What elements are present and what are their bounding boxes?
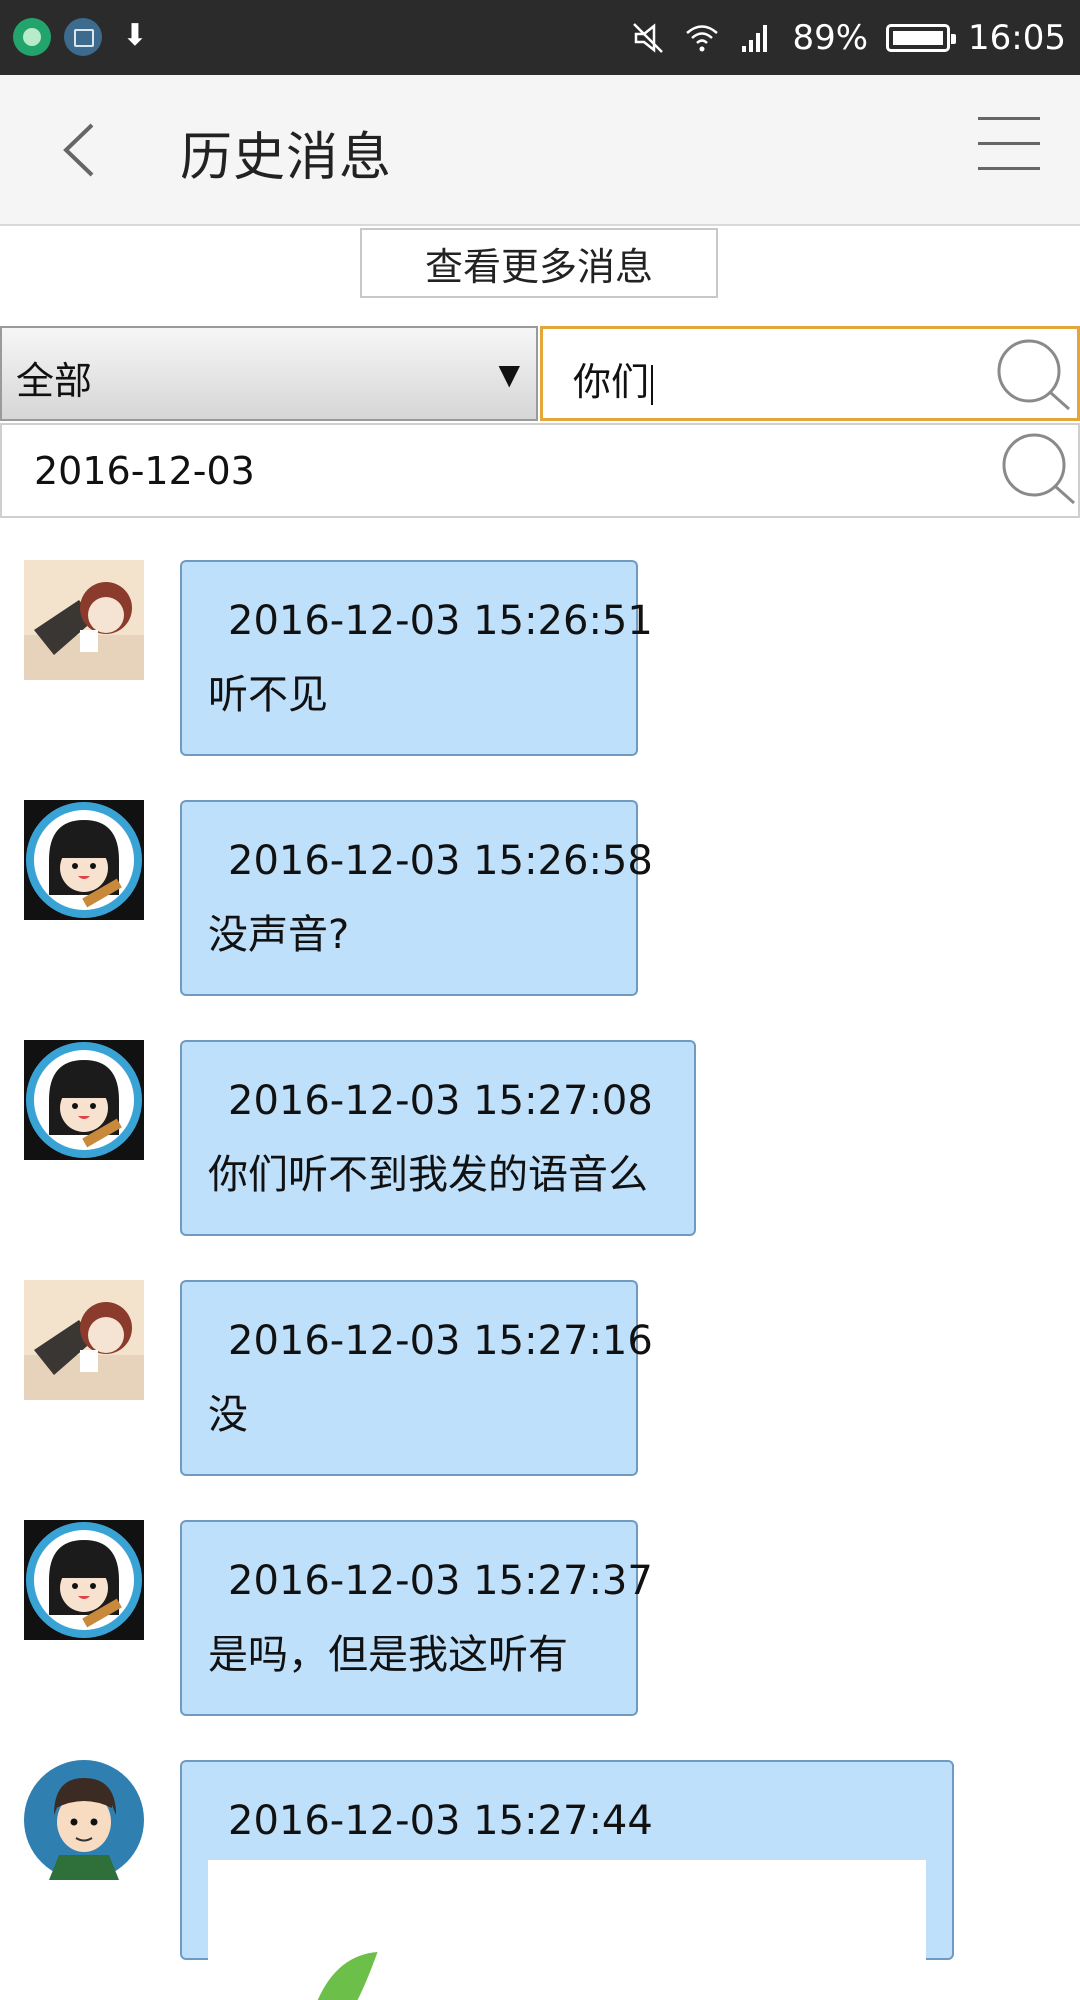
avatar[interactable] bbox=[24, 560, 144, 680]
message-text: 是吗，但是我这听有 bbox=[208, 1632, 568, 1678]
menu-line bbox=[978, 142, 1040, 145]
message-time: 2016-12-03 15:27:16 bbox=[228, 1318, 653, 1364]
signal-icon bbox=[742, 24, 768, 52]
message-time: 2016-12-03 15:27:37 bbox=[228, 1558, 653, 1604]
dropdown-arrow-icon: ▼ bbox=[498, 358, 520, 391]
category-select-value: 全部 bbox=[16, 359, 93, 403]
status-bar: ⬇ 89% 16:05 bbox=[0, 0, 1080, 75]
message-time: 2016-12-03 15:27:44 bbox=[228, 1798, 653, 1844]
avatar[interactable] bbox=[24, 1520, 144, 1640]
keyword-search-value: 你们 bbox=[573, 360, 650, 404]
gallery-notification-icon bbox=[64, 18, 102, 56]
message-time: 2016-12-03 15:26:58 bbox=[228, 838, 653, 884]
avatar[interactable] bbox=[24, 1040, 144, 1160]
avatar[interactable] bbox=[24, 1280, 144, 1400]
load-more-button[interactable]: 查看更多消息 bbox=[360, 228, 718, 298]
date-search-icon[interactable] bbox=[998, 429, 1078, 509]
message-bubble[interactable]: 2016-12-03 15:27:08 你们听不到我发的语音么 bbox=[180, 1040, 696, 1236]
battery-icon bbox=[886, 23, 957, 52]
message-bubble[interactable]: 2016-12-03 15:27:37 是吗，但是我这听有 bbox=[180, 1520, 653, 1716]
avatar[interactable] bbox=[24, 1760, 144, 1880]
menu-line bbox=[978, 167, 1040, 170]
message-text: 你们听不到我发的语音么 bbox=[208, 1152, 648, 1198]
clock: 16:05 bbox=[968, 17, 1066, 58]
mute-icon bbox=[633, 22, 664, 53]
keyword-search-input[interactable]: 你们 bbox=[540, 326, 1080, 421]
message-bubble[interactable]: 2016-12-03 15:26:51 听不见 bbox=[180, 560, 653, 756]
battery-percent: 89% bbox=[792, 17, 869, 58]
message-text: 没 bbox=[208, 1392, 248, 1438]
app-header: 历史消息 bbox=[0, 75, 1080, 226]
app-notification-icon bbox=[13, 18, 51, 56]
menu-button[interactable] bbox=[978, 117, 1040, 173]
back-button[interactable] bbox=[48, 115, 118, 185]
avatar[interactable] bbox=[24, 800, 144, 920]
message-time: 2016-12-03 15:27:08 bbox=[228, 1078, 653, 1124]
message-text: 没声音? bbox=[208, 912, 350, 958]
message-bubble[interactable]: 2016-12-03 15:27:16 没 bbox=[180, 1280, 653, 1476]
date-filter-input[interactable]: 2016-12-03 bbox=[0, 423, 1080, 518]
message-text: 听不见 bbox=[208, 672, 328, 718]
message-bubble[interactable]: 2016-12-03 15:27:44 bbox=[180, 1760, 954, 2000]
message-image[interactable] bbox=[208, 1860, 926, 2000]
text-caret bbox=[651, 364, 654, 405]
message-time: 2016-12-03 15:26:51 bbox=[228, 598, 653, 644]
download-icon: ⬇ bbox=[122, 18, 148, 53]
search-icon[interactable] bbox=[993, 335, 1073, 415]
page-title: 历史消息 bbox=[180, 128, 393, 188]
wifi-icon bbox=[686, 24, 719, 51]
message-bubble[interactable]: 2016-12-03 15:26:58 没声音? bbox=[180, 800, 653, 996]
date-filter-value: 2016-12-03 bbox=[34, 449, 255, 493]
menu-line bbox=[978, 117, 1040, 120]
category-select[interactable]: 全部 ▼ bbox=[0, 326, 538, 421]
